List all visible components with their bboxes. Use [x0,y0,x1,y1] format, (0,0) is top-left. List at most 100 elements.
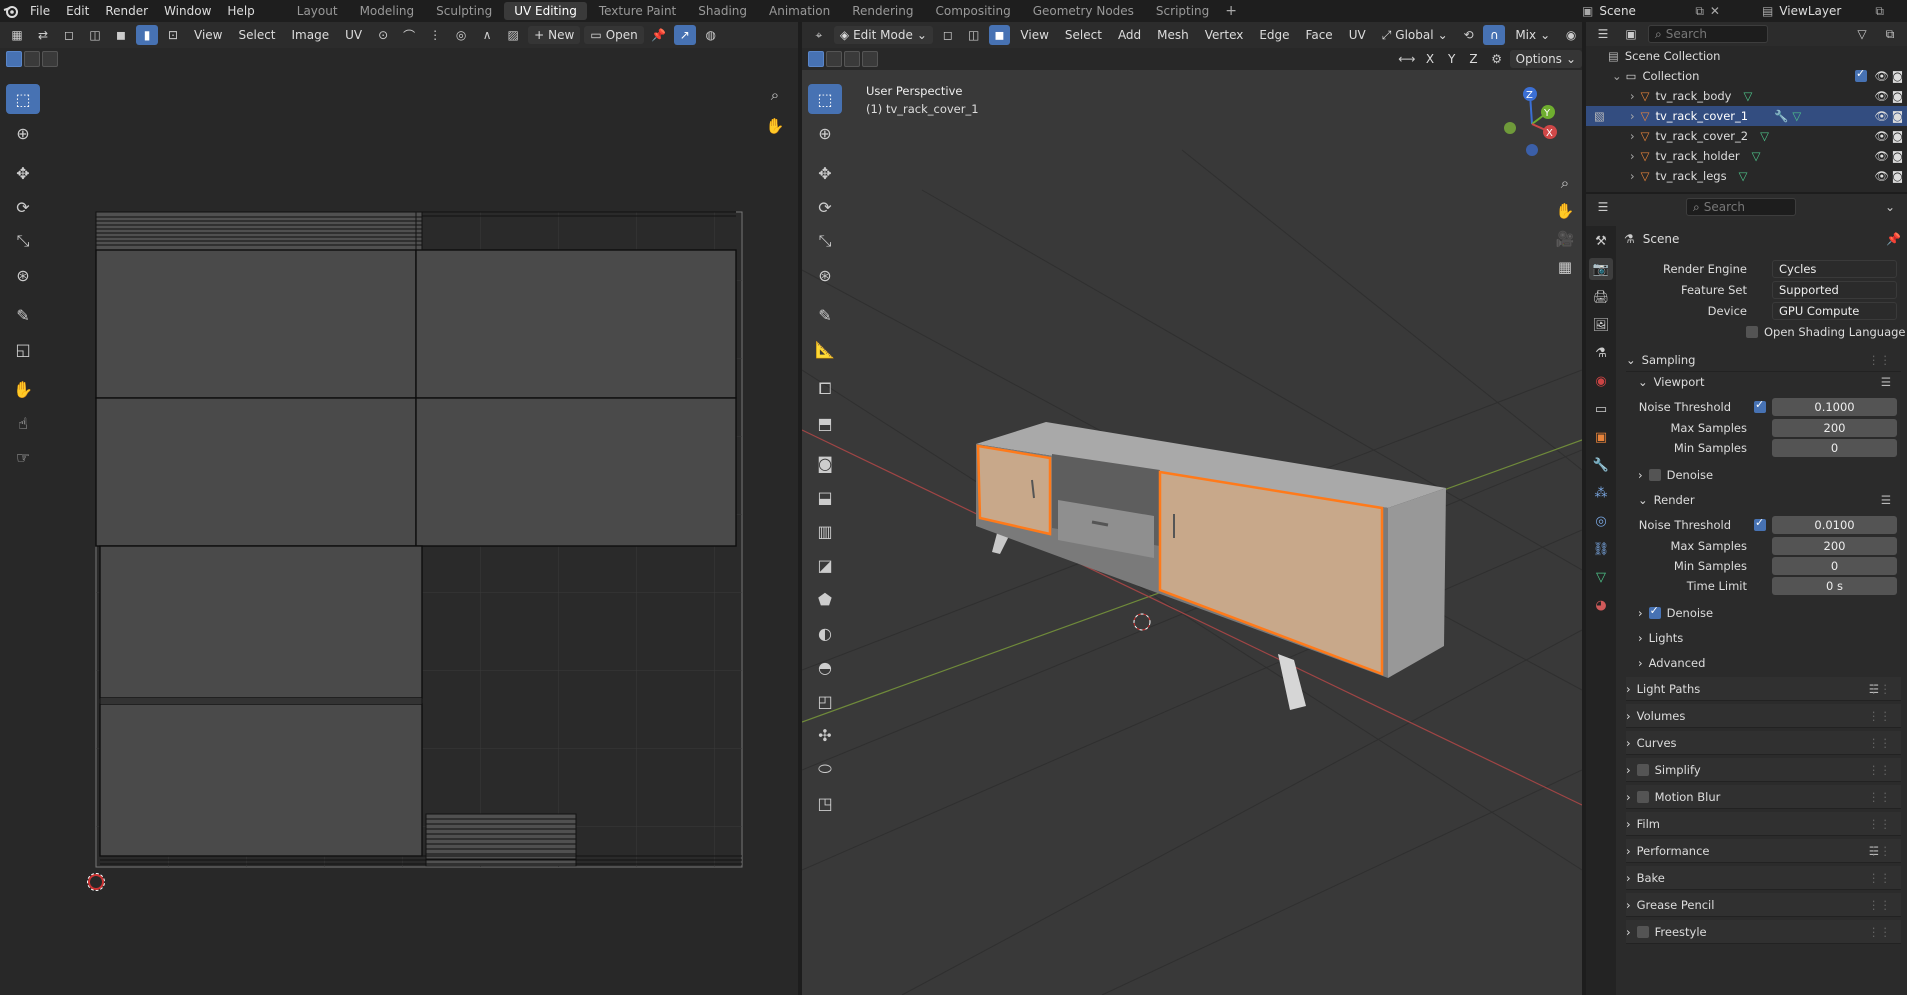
sticky-select-icon[interactable]: ⊡ [162,25,184,45]
bevel-tool-icon[interactable]: ⬓ [808,482,842,512]
performance-panel[interactable]: › Performance ☰ ⋮⋮ [1626,839,1901,863]
proportional-edit-icon[interactable]: ◉ [1560,25,1582,45]
render-engine-dropdown[interactable]: Cycles [1772,260,1897,278]
volumes-panel[interactable]: › Volumes ⋮⋮ [1626,704,1901,728]
vp-measure-tool-icon[interactable]: 📐 [808,334,842,364]
drag-handle-icon[interactable]: ⋮⋮ [1868,763,1891,777]
tab-texture-paint[interactable]: Texture Paint [589,2,686,20]
drag-handle-icon[interactable]: ⋮⋮ [1868,817,1891,831]
delete-scene-icon[interactable]: ✕ [1710,4,1720,18]
tree-item-tv-rack-legs[interactable]: › ▽ tv_rack_legs ▽ 👁 ◙ [1586,166,1907,186]
osl-row[interactable]: Open Shading Language [1618,321,1907,343]
uv-menu-select[interactable]: Select [232,26,281,44]
eye-icon[interactable]: 👁 [1874,149,1889,163]
editor-type-uv-icon[interactable]: ▦ [6,25,28,45]
vp-scale-tool-icon[interactable]: ⤡ [808,226,842,256]
vp-menu-face[interactable]: Face [1300,26,1339,44]
display-mode-icon[interactable]: ▣ [1620,24,1642,44]
r-denoise-checkbox[interactable] [1648,604,1661,619]
freestyle-panel[interactable]: › Freestyle ⋮⋮ [1626,920,1901,944]
camera-icon[interactable]: ◙ [1892,169,1903,183]
cursor-tool-icon[interactable]: ⊕ [6,118,40,148]
edge-select-icon[interactable]: ◫ [84,25,106,45]
vp-menu-view[interactable]: View [1014,26,1054,44]
vp-noise-threshold-checkbox[interactable] [1754,398,1766,413]
tab-geometry-nodes[interactable]: Geometry Nodes [1023,2,1144,20]
3d-cursor-icon[interactable] [1133,613,1151,631]
uv-canvas[interactable] [90,202,750,892]
select-new-icon[interactable] [6,51,22,67]
menu-window[interactable]: Window [156,4,219,18]
tree-collection[interactable]: ⌄ ▭ Collection 👁 ◙ [1586,66,1907,86]
drag-handle-icon[interactable]: ⋮⋮ [1868,925,1891,939]
tree-scene-collection[interactable]: ▤ Scene Collection [1586,46,1907,66]
menu-help[interactable]: Help [219,4,262,18]
material-tab-icon[interactable]: ◕ [1589,594,1613,616]
rip-tool-icon[interactable]: ◱ [6,334,40,364]
constraints-tab-icon[interactable]: ⛓ [1589,538,1613,560]
vp-zoom-icon[interactable]: ⌕ [1552,170,1578,196]
camera-view-icon[interactable]: 🎥 [1552,226,1578,252]
transform-tool-icon[interactable]: ⊛ [6,260,40,290]
rotate-tool-icon[interactable]: ⟳ [6,192,40,222]
vp-select-subtract-icon[interactable] [844,51,860,67]
add-workspace-icon[interactable]: + [1219,3,1243,19]
snap-toggle-icon[interactable]: ∩ [1483,25,1506,45]
r-noise-threshold-checkbox[interactable] [1754,516,1766,531]
viewport-scene[interactable] [802,70,1582,995]
advanced-subpanel[interactable]: › Advanced [1638,651,1901,675]
select-extend-icon[interactable] [24,51,40,67]
properties-options-icon[interactable]: ⌄ [1879,197,1901,217]
vp-denoise-checkbox[interactable] [1648,469,1661,481]
lights-subpanel[interactable]: › Lights [1638,626,1901,650]
r-noise-threshold-field[interactable]: 0.0100 [1772,516,1897,534]
properties-search[interactable]: ⌕ Search [1686,198,1796,216]
new-scene-icon[interactable]: ⧉ [1695,4,1704,19]
motion-blur-panel[interactable]: › Motion Blur ⋮⋮ [1626,785,1901,809]
camera-icon[interactable]: ◙ [1892,89,1903,103]
eye-icon[interactable]: 👁 [1874,129,1889,143]
annotate-tool-icon[interactable]: ✎ [6,300,40,330]
pivot-icon[interactable]: ⊙ [372,25,394,45]
tab-shading[interactable]: Shading [688,2,757,20]
eye-icon[interactable]: 👁 [1874,69,1889,83]
pin-icon[interactable]: 📌 [1886,232,1901,246]
spin-tool-icon[interactable]: ◐ [808,618,842,648]
tree-item-tv-rack-cover-1[interactable]: ▧ › ▽ tv_rack_cover_1 🔧 ▽ 👁 ◙ [1586,106,1907,126]
new-view-layer-icon[interactable]: ⧉ [1875,4,1884,19]
vp-move-tool-icon[interactable]: ✥ [808,158,842,188]
tree-item-tv-rack-holder[interactable]: › ▽ tv_rack_holder ▽ 👁 ◙ [1586,146,1907,166]
freestyle-checkbox[interactable] [1636,925,1649,938]
bake-panel[interactable]: › Bake ⋮⋮ [1626,866,1901,890]
tab-modeling[interactable]: Modeling [350,2,425,20]
physics-tab-icon[interactable]: ◎ [1589,510,1613,532]
scene-selector[interactable]: ▣ Scene ⧉ ✕ [1582,0,1720,22]
axis-y-toggle[interactable]: Y [1442,50,1461,68]
eye-icon[interactable]: 👁 [1874,109,1889,123]
film-panel[interactable]: › Film ⋮⋮ [1626,812,1901,836]
render-subpanel-header[interactable]: ⌄ Render ☰ [1638,488,1901,512]
light-paths-panel[interactable]: › Light Paths ☰ ⋮⋮ [1626,677,1901,701]
vp-menu-uv[interactable]: UV [1343,26,1372,44]
open-image-button[interactable]: ▭ Open [584,26,644,44]
drag-handle-icon[interactable]: ⋮⋮ [1868,790,1891,804]
vp-transform-tool-icon[interactable]: ⊛ [808,260,842,290]
particles-tab-icon[interactable]: ⁂ [1589,482,1613,504]
motion-blur-checkbox[interactable] [1636,790,1649,803]
image-browse-icon[interactable]: ▨ [502,25,524,45]
tab-animation[interactable]: Animation [759,2,840,20]
collection-exclude-checkbox[interactable] [1855,67,1867,82]
feature-set-dropdown[interactable]: Supported [1772,281,1897,299]
poly-build-tool-icon[interactable]: ⬟ [808,584,842,614]
filter-icon[interactable]: ▽ [1851,24,1873,44]
curves-panel[interactable]: › Curves ⋮⋮ [1626,731,1901,755]
vp-select-box-tool-icon[interactable]: ⬚ [808,84,842,114]
snap-target-icon[interactable]: ⋮ [424,25,446,45]
rip-region-tool-icon[interactable]: ◳ [808,788,842,818]
vp-select-new-icon[interactable] [808,51,824,67]
drag-handle-icon[interactable]: ⋮⋮ [1868,871,1891,885]
scene-name[interactable]: Scene [1599,4,1689,18]
face-select-icon[interactable]: ◼ [110,25,132,45]
tab-compositing[interactable]: Compositing [925,2,1020,20]
output-tab-icon[interactable]: 🖨 [1589,286,1613,308]
